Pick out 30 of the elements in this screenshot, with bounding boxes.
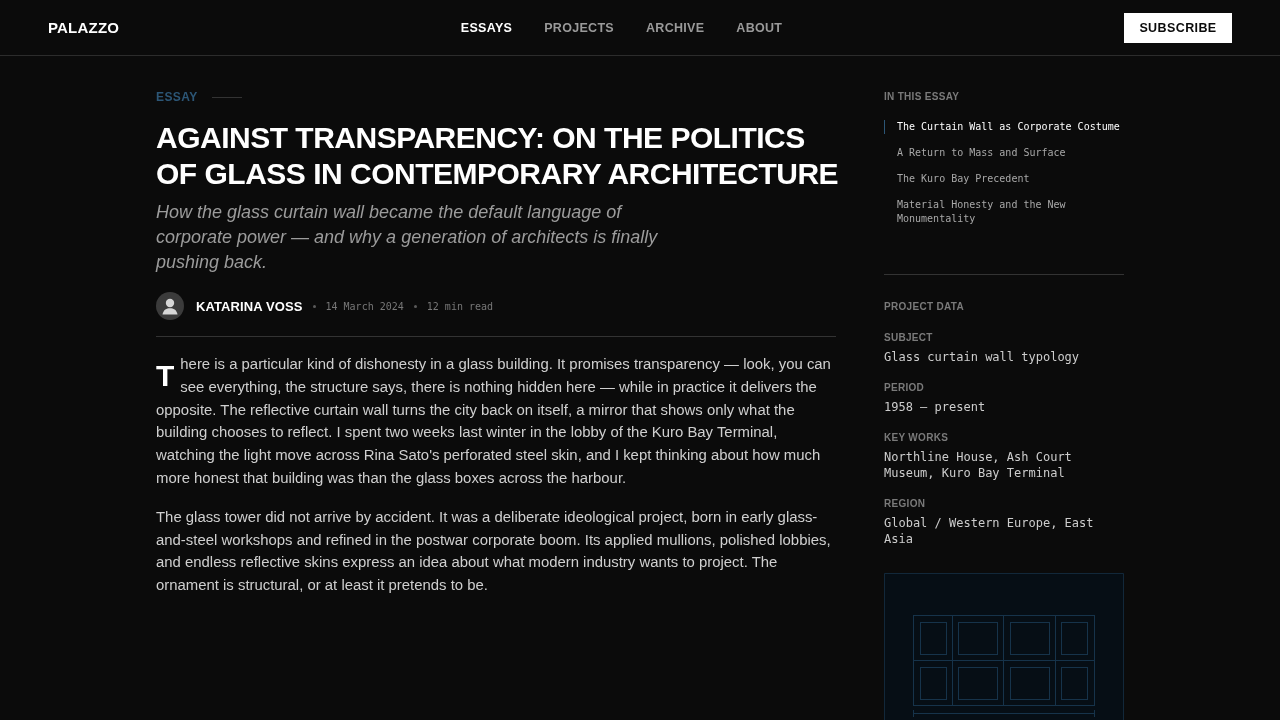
separator-dot-icon [413,304,417,308]
article-title: AGAINST TRANSPARENCY: ON THE POLITICS OF GLASS IN CONTEMPORARY ARCHITECTURE [156,120,840,192]
field-value: Global / Western Europe, East Asia [884,515,1095,547]
field-label: KEY WORKS [884,432,950,444]
field-label: SUBJECT [884,332,934,344]
body-paragraph: The glass tower did not arrive by accident. It was a deliberate ideological project, born in early glass-and-steel workshops and refined in the postwar corporate boom. Its applied mullions, polished lobbies, and endless reflective skins express an idea about what modern industry wants to project. The ornament is structural, or at least it pretends to be. [156,507,832,596]
field-value: Glass curtain wall typology [884,349,1081,365]
category-label: ESSAY [156,90,198,104]
nav-link[interactable]: ESSAYS [460,20,513,35]
project-data-heading: PROJECT DATA [884,300,965,314]
nav-link[interactable]: ABOUT [736,20,783,35]
toc-link[interactable]: Material Honesty and the New Monumentality [884,198,1124,226]
author-name[interactable]: KATARINA VOSS [196,298,303,314]
field-value: 1958 – present [884,399,987,415]
toc-link[interactable]: The Curtain Wall as Corporate Costume [884,120,1124,134]
toc-heading: IN THIS ESSAY [884,90,961,104]
avatar-icon [156,292,184,320]
nav-link[interactable]: ARCHIVE [646,20,705,35]
separator-dot-icon [312,304,316,308]
article-subtitle: How the glass curtain wall became the default language of corporate power — and why a generation of architects is finally pushing back. [156,201,659,274]
subscribe-button[interactable]: SUBSCRIBE [1124,12,1232,43]
read-time: 12 min read [426,300,494,312]
publish-date: 14 March 2024 [325,300,404,312]
site-logo[interactable]: PALAZZO [48,19,120,36]
toc-link[interactable]: A Return to Mass and Surface [884,146,1124,160]
toc-link[interactable]: The Kuro Bay Precedent [884,172,1124,186]
field-label: PERIOD [884,382,926,394]
field-label: REGION [884,498,927,510]
nav-link[interactable]: PROJECTS [544,20,614,35]
field-value: Northline House, Ash Court Museum, Kuro Bay Terminal [884,449,1073,481]
